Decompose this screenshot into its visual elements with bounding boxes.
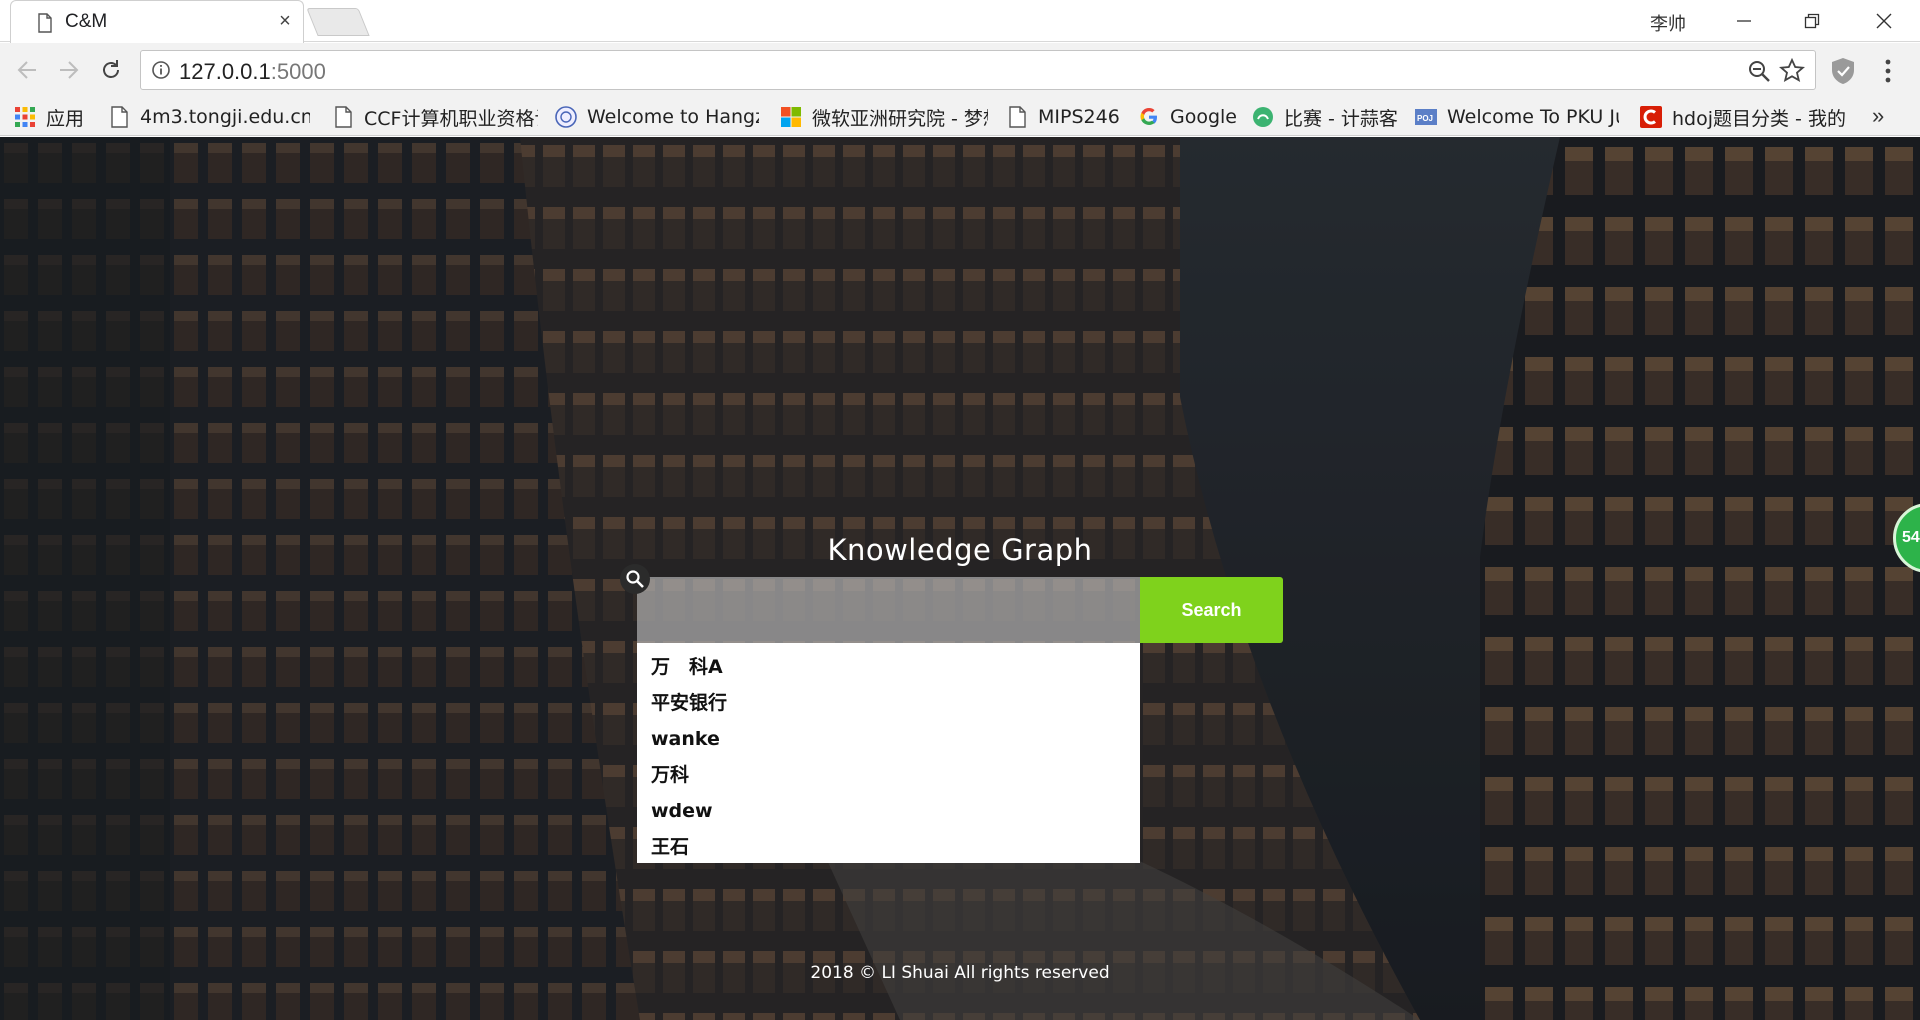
bookmark-jisuanke[interactable]: 比赛 - 计蒜客 [1252,98,1402,136]
bookmark-google[interactable]: Google [1138,98,1238,136]
bookmarks-bar: 应用 4m3.tongji.edu.cn/e CCF计算机职业资格认 Welco… [0,98,1920,136]
autocomplete-dropdown: 万 科A 平安银行 wanke 万科 wdew 王石 [637,643,1140,863]
page-content: Knowledge Graph Search 万 科A 平安银行 wanke 万… [0,137,1920,1020]
bookmark-mips[interactable]: MIPS246 [1006,98,1130,136]
bookmark-star-icon[interactable] [1779,58,1805,84]
bookmark-label: MIPS246 [1038,106,1120,128]
bookmark-label: 比赛 - 计蒜客 [1284,107,1398,130]
info-icon[interactable] [151,60,171,80]
restore-icon [1804,13,1820,29]
more-menu-icon[interactable] [1880,57,1896,85]
page-icon [1009,106,1026,128]
bookmark-label: Welcome To PKU Ju [1447,106,1619,128]
tab-title: C&M [65,11,108,32]
forward-arrow-icon [60,61,79,79]
profile-name[interactable]: 李帅 [1650,10,1686,36]
url-port: :5000 [270,59,326,84]
browser-toolbar: 127.0.0.1:5000 [0,43,1920,98]
microsoft-logo-icon [781,107,801,127]
new-tab-button[interactable] [306,8,370,36]
tab-close-icon[interactable]: × [275,10,295,32]
search-button[interactable]: Search [1140,577,1283,643]
restore-button[interactable] [1784,0,1840,42]
bookmark-label: 4m3.tongji.edu.cn/e [140,106,310,128]
bookmark-tongji[interactable]: 4m3.tongji.edu.cn/e [108,98,310,136]
bookmark-apps[interactable]: 应用 [14,98,94,136]
bookmark-label: 应用 [46,107,85,130]
bookmark-poj[interactable]: POJ Welcome To PKU Ju [1415,98,1619,136]
bookmark-label: Welcome to Hangzh [587,106,759,128]
suggestion-item[interactable]: wanke [637,721,1140,757]
close-window-button[interactable] [1856,0,1912,42]
forward-button[interactable] [54,55,84,85]
suggestion-item[interactable]: 王石 [637,829,1140,865]
svg-text:POJ: POJ [1417,114,1433,123]
url-text[interactable]: 127.0.0.1:5000 [179,59,326,85]
minimize-icon [1737,20,1751,22]
jisuanke-logo-icon [1253,107,1273,127]
poj-logo-icon: POJ [1415,109,1437,125]
bookmark-label: Google [1170,106,1238,128]
bookmark-ccf[interactable]: CCF计算机职业资格认 [332,98,538,136]
bookmark-label: 微软亚洲研究院 - 梦想 [812,107,988,130]
browser-tab[interactable]: C&M × [10,0,304,43]
reload-button[interactable] [96,55,126,85]
search-icon [620,564,650,594]
zoom-icon[interactable] [1747,59,1771,83]
address-bar[interactable]: 127.0.0.1:5000 [140,50,1816,90]
csdn-logo-icon [1640,106,1662,128]
hdu-logo-icon [555,106,577,128]
title-bar: C&M × 李帅 [0,0,1920,43]
bookmarks-overflow-button[interactable]: » [1872,103,1884,129]
bookmark-msra[interactable]: 微软亚洲研究院 - 梦想 [780,98,988,136]
page-icon [111,106,128,128]
close-icon [1876,13,1892,29]
suggestion-item[interactable]: 万 科A [637,649,1140,685]
search-input[interactable] [637,577,1140,643]
suggestion-item[interactable]: wdew [637,793,1140,829]
google-logo-icon [1140,108,1157,125]
minimize-button[interactable] [1716,0,1772,42]
back-button[interactable] [12,55,42,85]
bookmark-hangzhou[interactable]: Welcome to Hangzh [555,98,759,136]
suggestion-item[interactable]: 平安银行 [637,685,1140,721]
page-title: Knowledge Graph [827,533,1093,567]
bookmark-label: hdoj题目分类 - 我的 [1672,107,1846,130]
page-icon [38,13,52,33]
bookmark-hdoj[interactable]: hdoj题目分类 - 我的 [1640,98,1846,136]
url-host: 127.0.0.1 [179,59,271,84]
bookmark-label: CCF计算机职业资格认 [364,107,538,130]
suggestion-item[interactable]: 万科 [637,757,1140,793]
back-arrow-icon [17,61,36,79]
page-icon [335,106,352,128]
extension-shield-icon[interactable] [1830,57,1856,85]
footer-copyright: 2018 © LI Shuai All rights reserved [810,963,1110,983]
apps-grid-icon [15,107,35,127]
reload-icon [103,60,119,78]
